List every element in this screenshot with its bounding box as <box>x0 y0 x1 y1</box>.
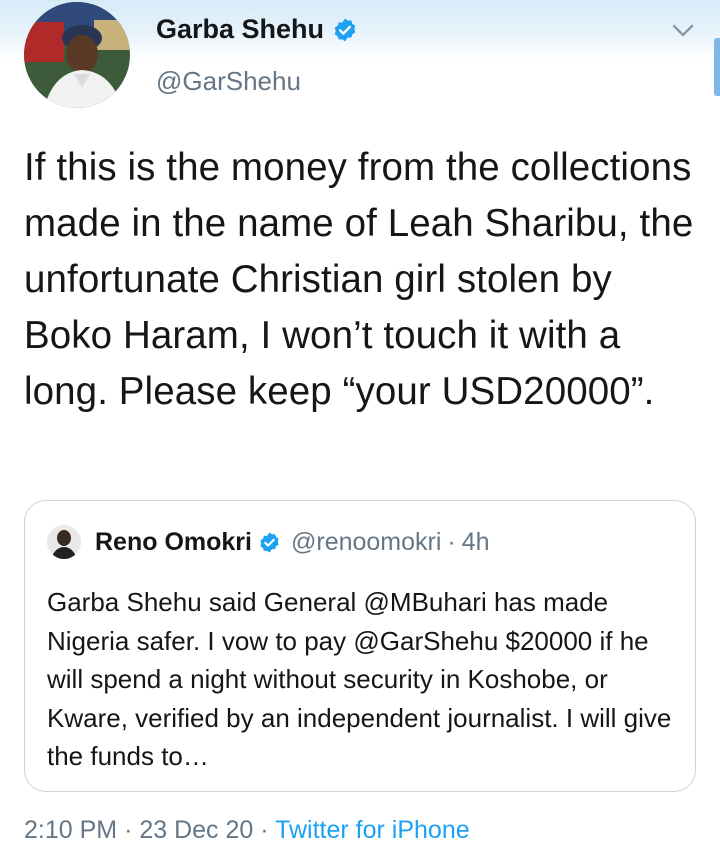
tweet-text: If this is the money from the collection… <box>24 146 694 413</box>
tweet-date: 23 Dec 20 <box>139 816 254 844</box>
scroll-indicator[interactable] <box>714 38 720 96</box>
quoted-tweet-card[interactable]: Reno Omokri @renoomokri · 4h Garba Shehu… <box>24 500 696 792</box>
quoted-tweet-header: Reno Omokri @renoomokri · 4h <box>47 525 490 559</box>
verified-badge-icon <box>258 531 281 554</box>
quoted-author-name: Reno Omokri <box>95 527 252 556</box>
author-avatar-image <box>24 2 130 108</box>
meta-separator: · <box>124 816 133 844</box>
meta-separator: · <box>260 816 269 844</box>
quoted-author-handle: @renoomokri <box>290 527 442 556</box>
author-name[interactable]: Garba Shehu <box>156 14 324 45</box>
tweet-detail-view: Garba Shehu @GarShehu If this is the mon… <box>0 0 720 866</box>
author-handle[interactable]: @GarShehu <box>156 66 301 97</box>
author-avatar[interactable] <box>24 2 130 108</box>
quoted-author-avatar <box>47 525 81 559</box>
tweet-metadata: 2:10 PM · 23 Dec 20 · Twitter for iPhone <box>24 816 470 845</box>
quoted-timestamp: 4h <box>461 527 490 556</box>
tweet-source-link[interactable]: Twitter for iPhone <box>275 816 470 844</box>
verified-badge-icon <box>332 17 358 43</box>
author-name-row[interactable]: Garba Shehu <box>156 14 358 45</box>
quoted-separator: · <box>447 527 456 556</box>
tweet-time: 2:10 PM <box>24 816 118 844</box>
quoted-tweet-text: Garba Shehu said General @MBuhari has ma… <box>47 587 672 771</box>
chevron-down-icon[interactable] <box>672 24 694 38</box>
